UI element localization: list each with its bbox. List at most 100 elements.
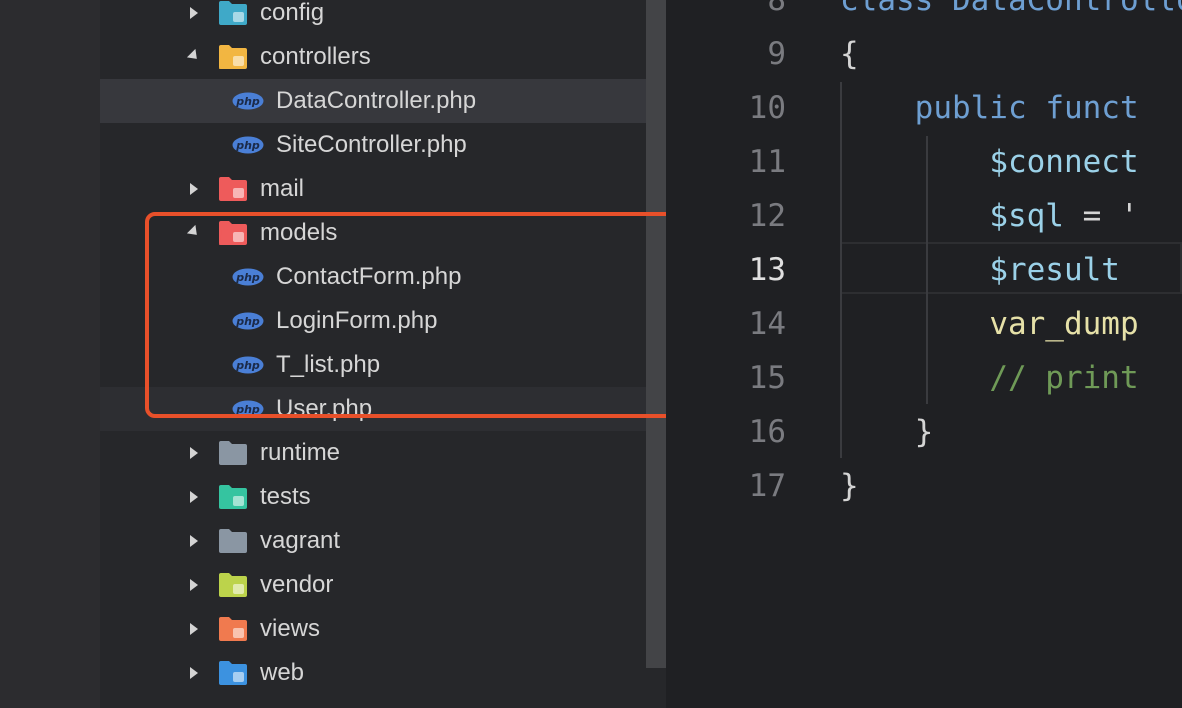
php-file-icon: php [232,92,264,110]
code-editor[interactable]: 8 class DataControllo 9{10 public funct 11 … [666,0,1182,708]
code-token: // print [989,360,1139,396]
code-line[interactable]: class DataControllo [840,0,1182,27]
php-file-icon: php [232,268,264,286]
code-token: = ' [1063,198,1139,234]
explorer-folder-item[interactable]: controllers [100,35,646,79]
explorer-file-item[interactable]: php T_list.php [100,343,646,387]
web-folder-icon [219,661,247,685]
code-line[interactable]: // print [840,351,1139,405]
views-folder-icon [219,617,247,641]
chevron-right-icon[interactable] [190,535,198,547]
line-number: 17 [748,468,786,504]
line-number: 12 [748,198,786,234]
svg-text:php: php [235,315,260,328]
chevron-right-icon[interactable] [190,183,198,195]
line-number: 10 [748,90,786,126]
code-token: } [840,414,934,450]
runtime-folder-icon [219,441,247,465]
activity-bar [0,0,100,708]
code-token: funct [1045,90,1139,126]
explorer-folder-item[interactable]: tests [100,475,646,519]
code-token: $connect [989,144,1139,180]
explorer-folder-item[interactable]: config [100,0,646,35]
line-number: 9 [767,36,786,72]
code-line[interactable]: { [840,27,859,81]
code-line[interactable]: public funct [840,81,1139,135]
chevron-down-icon[interactable] [186,224,202,240]
explorer-item-label: LoginForm.php [276,307,438,334]
indent-guide [926,136,928,404]
explorer-item-label: mail [260,175,305,202]
code-line[interactable]: $result [840,243,1120,297]
explorer-file-item[interactable]: php LoginForm.php [100,299,646,343]
explorer-folder-item[interactable]: vagrant [100,519,646,563]
code-token: { [840,36,859,72]
chevron-right-icon[interactable] [190,7,198,19]
code-token: $sql [989,198,1064,234]
svg-text:php: php [235,95,260,108]
chevron-right-icon[interactable] [190,623,198,635]
code-line[interactable]: $connect [840,135,1139,189]
code-line[interactable]: } [840,459,859,513]
php-file-icon: php [232,400,264,418]
explorer-folder-item[interactable]: web [100,651,646,695]
controllers-folder-icon [219,45,247,69]
code-token: class DataControllo [840,0,1182,18]
php-file-icon: php [232,312,264,330]
chevron-right-icon[interactable] [190,579,198,591]
svg-text:php: php [235,271,260,284]
php-file-icon: php [232,136,264,154]
explorer-item-label: vagrant [260,527,341,554]
vendor-folder-icon [219,573,247,597]
explorer-item-label: tests [260,483,311,510]
explorer-item-label: controllers [260,43,371,70]
code-line[interactable]: } [840,405,934,459]
explorer-item-label: web [260,659,305,686]
code-token: public [914,90,1027,126]
explorer-file-item[interactable]: php ContactForm.php [100,255,646,299]
explorer-file-item[interactable]: php SiteController.php [100,123,646,167]
php-file-icon: php [232,356,264,374]
explorer-item-label: models [260,219,338,246]
explorer-item-label: runtime [260,439,341,466]
explorer-folder-item[interactable]: views [100,607,646,651]
config-folder-icon [219,1,247,25]
chevron-right-icon[interactable] [190,491,198,503]
explorer-item-label: User.php [276,395,373,422]
mail-folder-icon [219,177,247,201]
indent-guide [840,82,842,458]
explorer-folder-item[interactable]: runtime [100,431,646,475]
explorer-scrollbar[interactable] [646,0,666,668]
explorer-file-item[interactable]: php DataController.php [100,79,646,123]
vagrant-folder-icon [219,529,247,553]
explorer-item-label: T_list.php [276,351,381,378]
models-folder-icon [219,221,247,245]
svg-text:php: php [235,403,260,416]
line-number: 13 [748,252,786,288]
code-token: var_dump [989,306,1139,342]
explorer-item-label: views [260,615,321,642]
explorer-item-label: vendor [260,571,334,598]
explorer-folder-item[interactable]: models [100,211,646,255]
explorer-file-item[interactable]: php User.php [100,387,646,431]
line-number: 14 [748,306,786,342]
explorer-item-label: config [260,0,325,26]
line-number: 11 [748,144,786,180]
chevron-down-icon[interactable] [186,48,202,64]
code-line[interactable]: $sql = ' [840,189,1139,243]
chevron-right-icon[interactable] [190,447,198,459]
chevron-right-icon[interactable] [190,667,198,679]
svg-text:php: php [235,139,260,152]
explorer-folder-item[interactable]: vendor [100,563,646,607]
explorer-folder-item[interactable]: mail [100,167,646,211]
code-line[interactable]: var_dump [840,297,1139,351]
code-token: } [840,468,859,504]
line-number: 8 [767,0,786,18]
line-number: 16 [748,414,786,450]
